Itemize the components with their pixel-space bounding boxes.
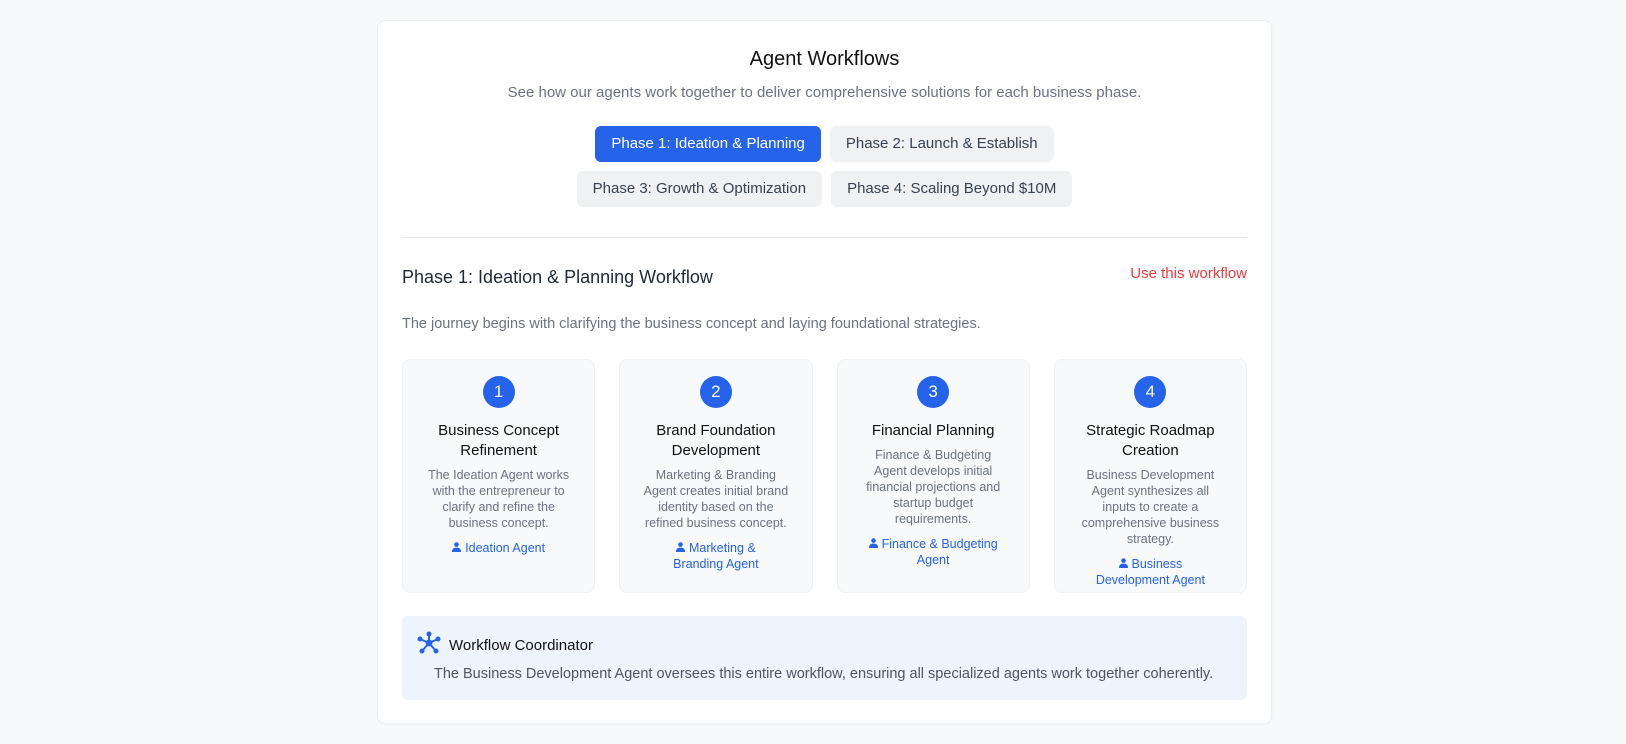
phase-title: Phase 1: Ideation & Planning Workflow [402,267,713,287]
network-icon [416,631,442,660]
step-description: The Ideation Agent works with the entrep… [428,468,570,530]
tab-phase-3[interactable]: Phase 3: Growth & Optimization [576,171,823,207]
step-number: 1 [482,376,515,408]
step-agent[interactable]: Marketing & Branding Agent [636,540,795,572]
person-icon [1118,556,1128,572]
workflow-coordinator-panel: Workflow Coordinator The Business Develo… [402,616,1247,700]
step-card: 2 Brand Foundation Development Marketing… [619,359,813,593]
step-title: Business Concept Refinement [438,422,560,459]
step-title: Brand Foundation Development [656,422,776,459]
coordinator-header: Workflow Coordinator [416,631,593,660]
step-agent[interactable]: Ideation Agent [419,540,578,556]
phase-description: The journey begins with clarifying the b… [402,316,981,332]
page-title: Agent Workflows [749,48,900,70]
tab-phase-2[interactable]: Phase 2: Launch & Establish [829,126,1054,162]
step-agent-label: Ideation Agent [465,541,546,555]
step-agent-label: Finance & Budgeting Agent [881,537,998,567]
step-agent-label: Marketing & Branding Agent [673,541,759,571]
step-number: 4 [1134,376,1167,408]
step-description: Marketing & Branding Agent creates initi… [643,468,789,530]
phase-tabs: Phase 1: Ideation & Planning Phase 2: La… [475,126,1175,207]
step-number: 3 [917,376,950,408]
workflow-steps: 1 Business Concept Refinement The Ideati… [402,359,1247,593]
step-title: Strategic Roadmap Creation [1086,422,1215,459]
tab-phase-4[interactable]: Phase 4: Scaling Beyond $10M [831,171,1073,207]
step-agent-label: Business Development Agent [1095,557,1205,587]
step-title: Financial Planning [871,422,995,439]
tab-phase-1[interactable]: Phase 1: Ideation & Planning [595,126,821,162]
page-subtitle: See how our agents work together to deli… [507,84,1142,101]
person-icon [676,540,686,556]
use-workflow-link[interactable]: Use this workflow [1130,265,1247,282]
step-number: 2 [699,376,732,408]
step-card: 1 Business Concept Refinement The Ideati… [402,359,596,593]
step-description: Business Development Agent synthesizes a… [1081,468,1220,546]
section-divider [402,237,1247,238]
step-agent[interactable]: Business Development Agent [1071,556,1230,588]
step-description: Finance & Budgeting Agent develops initi… [866,448,1001,526]
workflows-card: Agent Workflows See how our agents work … [377,20,1272,724]
step-card: 3 Financial Planning Finance & Budgeting… [836,359,1030,593]
step-card: 4 Strategic Roadmap Creation Business De… [1053,359,1247,593]
coordinator-title: Workflow Coordinator [449,637,593,654]
person-icon [868,536,878,552]
step-agent[interactable]: Finance & Budgeting Agent [854,536,1013,568]
coordinator-description: The Business Development Agent oversees … [434,666,1214,682]
person-icon [452,540,462,556]
